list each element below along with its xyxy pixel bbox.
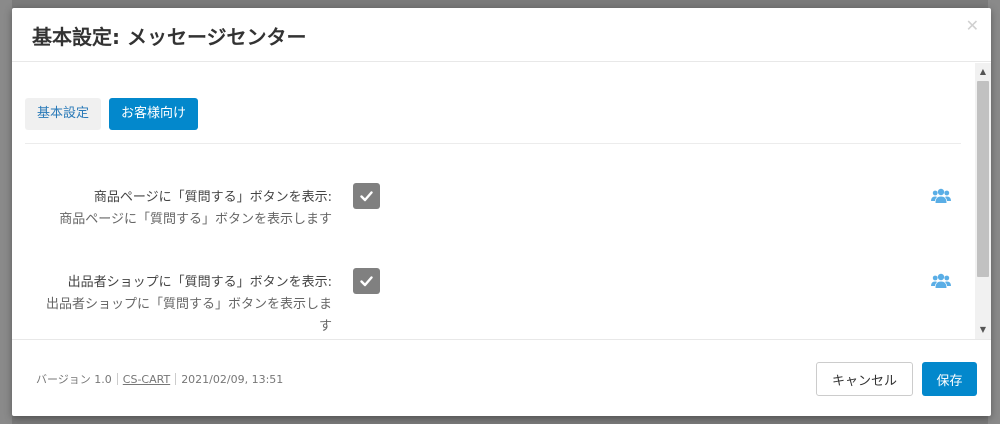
meta-separator (175, 373, 177, 385)
setting-description: 出品者ショップに「質問する」ボタンを表示しま す (22, 294, 332, 338)
version-text: バージョン 1.0 (36, 373, 112, 386)
scroll-down-arrow-icon[interactable]: ▼ (975, 323, 991, 337)
checkmark-icon (360, 275, 373, 286)
background-left-edge (0, 0, 12, 424)
release-date: 2021/02/09, 13:51 (181, 372, 284, 386)
meta-separator (116, 373, 118, 385)
tab-customer[interactable]: お客様向け (109, 98, 199, 130)
setting-description-line2: す (318, 319, 332, 334)
product-page-checkbox[interactable] (353, 183, 380, 209)
setting-label: 出品者ショップに「質問する」ボタンを表示: (67, 275, 332, 290)
close-icon[interactable]: ✕ (966, 16, 979, 35)
vendor-link[interactable]: CS-CART (123, 373, 170, 386)
addon-meta: バージョン 1.0 CS-CART 2021/02/09, 13:51 (36, 371, 283, 387)
vertical-scrollbar[interactable]: ▲ ▼ (975, 63, 991, 339)
setting-description: 商品ページに「質問する」ボタンを表示します (59, 212, 332, 227)
settings-dialog: 基本設定: メッセージセンター ✕ 基本設定 お客様向け 商品ページに「質問する… (12, 8, 991, 416)
users-icon[interactable] (931, 188, 951, 204)
dialog-title: 基本設定: メッセージセンター (32, 25, 307, 49)
setting-label: 商品ページに「質問する」ボタンを表示: (93, 190, 332, 205)
cancel-button[interactable]: キャンセル (816, 362, 913, 396)
dialog-body: 基本設定 お客様向け 商品ページに「質問する」ボタンを表示: 商品ページに「質問… (12, 63, 991, 339)
tab-bar: 基本設定 お客様向け (25, 98, 199, 130)
tabs-divider (25, 143, 961, 144)
checkmark-icon (360, 190, 373, 201)
vendor-shop-checkbox[interactable] (353, 268, 380, 294)
dialog-footer: バージョン 1.0 CS-CART 2021/02/09, 13:51 キャンセ… (12, 339, 991, 416)
scroll-up-arrow-icon[interactable]: ▲ (975, 65, 991, 79)
users-icon[interactable] (931, 273, 951, 289)
tab-general[interactable]: 基本設定 (25, 98, 102, 130)
dialog-header: 基本設定: メッセージセンター ✕ (12, 8, 991, 62)
setting-description-line1: 出品者ショップに「質問する」ボタンを表示しま (45, 297, 332, 312)
save-button[interactable]: 保存 (922, 362, 977, 396)
scrollbar-thumb[interactable] (977, 81, 989, 277)
